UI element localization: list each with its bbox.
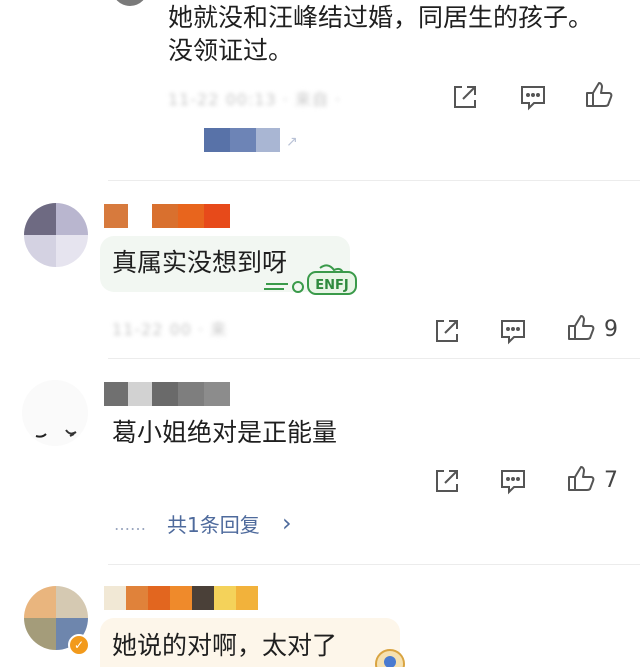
- chevron-right-icon[interactable]: ›: [282, 510, 292, 536]
- comment-text: 真属实没想到呀: [112, 248, 288, 277]
- avatar[interactable]: [112, 0, 148, 6]
- enfj-sticker: ENFJ: [264, 262, 360, 298]
- divider: [108, 180, 640, 181]
- reply-preview-mosaic: [204, 128, 280, 152]
- comment-icon[interactable]: [518, 82, 548, 112]
- username-mosaic[interactable]: [104, 586, 280, 610]
- share-icon[interactable]: [450, 82, 480, 112]
- comment-text: 葛小姐绝对是正能量: [112, 418, 338, 447]
- username-mosaic[interactable]: [104, 204, 230, 228]
- svg-text:ENFJ: ENFJ: [315, 278, 348, 293]
- sticker-icon: [368, 640, 412, 671]
- comment-timestamp: 11-22 00 · 来: [112, 320, 228, 339]
- avatar[interactable]: [24, 203, 88, 267]
- like-icon[interactable]: [566, 464, 596, 494]
- like-icon[interactable]: [566, 313, 596, 343]
- comment-icon[interactable]: [498, 466, 528, 496]
- like-count: 9: [604, 317, 618, 342]
- replies-dots: ……: [114, 515, 146, 534]
- share-icon[interactable]: [432, 466, 462, 496]
- divider: [108, 358, 640, 359]
- username-mosaic[interactable]: [104, 382, 230, 406]
- comment-icon[interactable]: [498, 316, 528, 346]
- comment-text: 她就没和汪峰结过婚，同居生的孩子。: [168, 3, 594, 32]
- reply-preview-arrow-icon: ↗: [286, 134, 298, 150]
- avatar[interactable]: [22, 380, 88, 446]
- like-count: 7: [604, 468, 618, 493]
- verified-badge-icon: ✓: [68, 634, 90, 656]
- like-icon[interactable]: [584, 80, 614, 110]
- share-icon[interactable]: [432, 316, 462, 346]
- divider: [108, 564, 640, 565]
- replies-label[interactable]: 共1条回复: [167, 512, 260, 538]
- comment-timestamp: 11-22 00:13 · 来自 ·: [168, 90, 342, 109]
- comment-text: 没领证过。: [168, 36, 294, 65]
- comment-text: 她说的对啊，太对了: [112, 631, 338, 660]
